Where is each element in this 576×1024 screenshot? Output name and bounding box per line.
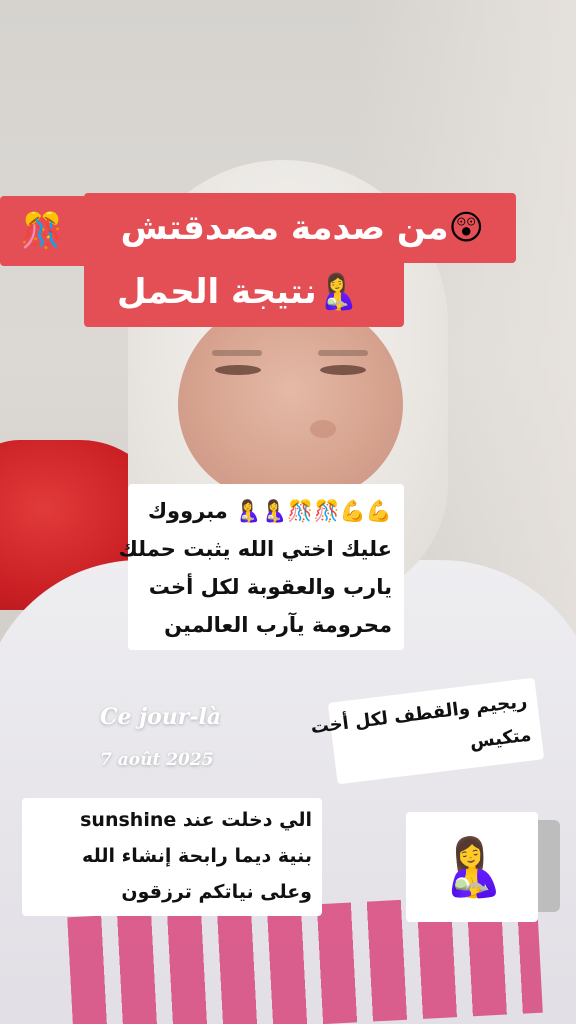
- breastfeeding-emoji-icon: 🤱: [437, 835, 507, 900]
- right-brow: [318, 350, 368, 356]
- headline-row-2: نتيجة الحمل 🤱: [84, 257, 404, 327]
- comment-card-sunshine: الي دخلت عند sunshine بنية ديما رابحة إن…: [22, 798, 322, 916]
- memory-stamp: Ce jour-là 7 août 2025: [100, 704, 240, 770]
- memory-title: Ce jour-là: [100, 704, 222, 730]
- comment-card-congrats: 💪💪🎊🎊🤱🤱 مبرووك عليك اختي الله يثبت حملك ي…: [118, 484, 404, 650]
- comment-line: يارب والعقوبة لكل أخت: [148, 575, 392, 599]
- comment-line: 💪💪🎊🎊🤱🤱 مبرووك: [147, 499, 392, 523]
- headline-line-2: نتيجة الحمل: [117, 272, 317, 312]
- headline-line-1: من صدمة مصدقتش: [120, 208, 449, 248]
- shocked-face-icon: 😲: [448, 208, 484, 248]
- headline-banner: من صدمة مصدقتش 😲 نتيجة الحمل 🤱: [84, 193, 516, 333]
- headline-row-1: من صدمة مصدقتش 😲: [84, 193, 516, 263]
- confetti-box: 🎊: [0, 196, 84, 266]
- emoji-sticker-card: 🤱: [406, 812, 538, 922]
- comment-line: محرومة يآرب العالمين: [164, 613, 392, 637]
- nose: [310, 420, 336, 438]
- sunshine-line: وعلى نياتكم ترزقون: [121, 881, 312, 903]
- left-brow: [212, 350, 262, 356]
- comment-line: عليك اختي الله يثبت حملك: [118, 537, 392, 561]
- left-eye: [215, 365, 261, 375]
- confetti-icon: 🎊: [20, 211, 64, 251]
- sunshine-line: بنية ديما رابحة إنشاء الله: [82, 845, 312, 867]
- breastfeeding-icon: 🤱: [316, 272, 359, 312]
- memory-date: 7 août 2025: [100, 750, 214, 770]
- right-eye: [320, 365, 366, 375]
- sunshine-line: الي دخلت عند sunshine: [80, 809, 312, 831]
